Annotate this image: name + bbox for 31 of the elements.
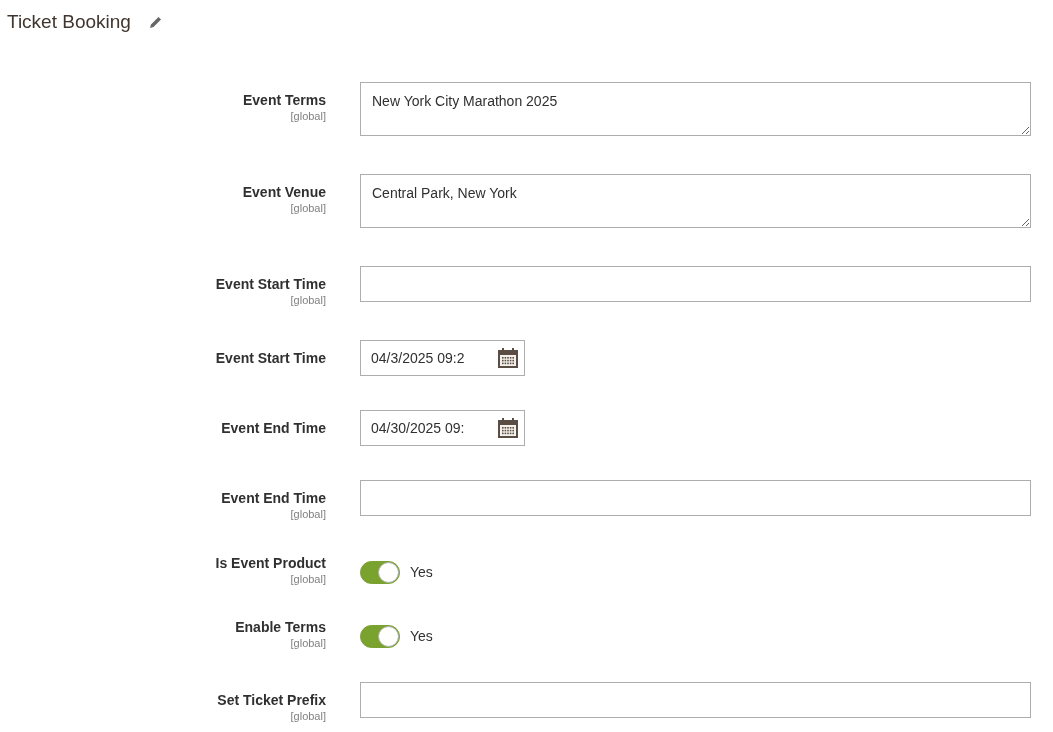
- date-field[interactable]: 04/3/2025 09:2: [360, 340, 525, 376]
- field-label: Set Ticket Prefix: [217, 692, 326, 708]
- text-area[interactable]: Central Park, New York: [360, 174, 1031, 228]
- section-title: Ticket Booking: [7, 11, 131, 33]
- date-field[interactable]: 04/30/2025 09:: [360, 410, 525, 446]
- field-label: Event Terms: [243, 92, 326, 108]
- field-label: Event Start Time: [215, 350, 326, 366]
- toggle-state-label: Yes: [410, 564, 433, 580]
- scope-label: [global]: [290, 573, 326, 585]
- scope-label: [global]: [290, 202, 326, 214]
- field-label: Event End Time: [221, 420, 326, 436]
- input-field[interactable]: [360, 682, 1031, 718]
- toggle-switch[interactable]: [360, 624, 400, 648]
- toggle-state-label: Yes: [410, 628, 433, 644]
- input-field[interactable]: [360, 480, 1031, 516]
- field-label: Event Start Time: [215, 276, 326, 292]
- scope-label: [global]: [290, 508, 326, 520]
- scope-label: [global]: [290, 110, 326, 122]
- input-field[interactable]: [360, 266, 1031, 302]
- field-label: Is Event Product: [215, 555, 326, 571]
- scope-label: [global]: [290, 710, 326, 722]
- field-label: Event End Time: [221, 490, 326, 506]
- scope-label: [global]: [290, 637, 326, 649]
- field-label: Event Venue: [242, 184, 326, 200]
- field-label: Enable Terms: [235, 619, 326, 635]
- toggle-switch[interactable]: [360, 560, 400, 584]
- pencil-icon[interactable]: [148, 15, 163, 29]
- text-area[interactable]: New York City Marathon 2025: [360, 82, 1031, 136]
- scope-label: [global]: [290, 294, 326, 306]
- calendar-icon[interactable]: [497, 347, 519, 369]
- calendar-icon[interactable]: [497, 417, 519, 439]
